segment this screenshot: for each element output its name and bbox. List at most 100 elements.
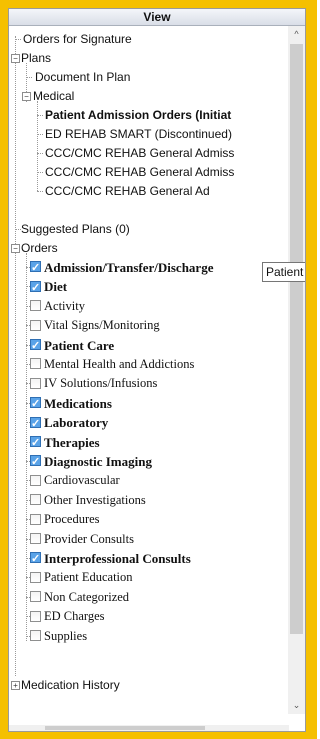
unchecked-checkbox-icon[interactable] [30, 610, 41, 622]
unchecked-checkbox-icon[interactable] [30, 532, 41, 544]
tree-item-suggested-plans[interactable]: Suggested Plans (0) [21, 220, 130, 239]
tree-item-label: Medical [33, 89, 75, 103]
order-category-item[interactable]: Interprofessional Consults [30, 549, 191, 569]
unchecked-checkbox-icon[interactable] [30, 591, 41, 603]
order-category-label: Mental Health and Addictions [44, 357, 195, 371]
order-category-item[interactable]: Cardiovascular [30, 471, 120, 490]
order-category-label: Admission/Transfer/Discharge [44, 260, 214, 275]
checked-checkbox-icon[interactable] [30, 550, 41, 569]
plan-item-label: ED REHAB SMART (Discontinued) [45, 127, 232, 141]
plan-item[interactable]: CCC/CMC REHAB General Ad [45, 182, 210, 201]
order-category-item[interactable]: Vital Signs/Monitoring [30, 316, 160, 335]
tree-item-medical[interactable]: Medical [33, 87, 74, 106]
tree-item-medication-history[interactable]: Medication History [21, 676, 120, 695]
checked-checkbox-icon[interactable] [30, 259, 41, 278]
order-category-item[interactable]: Provider Consults [30, 530, 134, 549]
order-category-label: Supplies [44, 628, 88, 643]
order-category-label: Non Categorized [44, 589, 130, 604]
order-category-label: Diagnostic Imaging [44, 454, 152, 469]
tree-item-label: Document In Plan [35, 70, 131, 84]
order-category-label: Diet [44, 279, 68, 295]
horizontal-scrollbar-thumb[interactable] [45, 726, 205, 730]
scroll-up-arrow-icon[interactable]: ^ [288, 26, 305, 43]
order-category-item[interactable]: Procedures [30, 510, 100, 529]
orders-tree: Orders for Signature − Plans Document In… [9, 26, 289, 714]
order-category-item[interactable]: Admission/Transfer/Discharge [30, 258, 214, 278]
tree-connector [37, 115, 43, 116]
scroll-down-arrow-icon[interactable]: ⌄ [288, 697, 305, 714]
tree-item-label: Suggested Plans (0) [21, 222, 130, 236]
panel-header: View [9, 9, 305, 26]
order-category-label: Laboratory [44, 415, 109, 431]
tree-item-document-in-plan[interactable]: Document In Plan [35, 68, 130, 87]
plan-item-label: CCC/CMC REHAB General Ad [45, 184, 210, 198]
checked-checkbox-icon[interactable] [30, 453, 41, 472]
unchecked-checkbox-icon[interactable] [30, 319, 41, 331]
checked-checkbox-icon[interactable] [30, 337, 41, 356]
order-category-item[interactable]: Non Categorized [30, 588, 129, 607]
horizontal-scrollbar[interactable] [9, 725, 289, 731]
unchecked-checkbox-icon[interactable] [30, 474, 41, 486]
unchecked-checkbox-icon[interactable] [30, 629, 41, 641]
checked-checkbox-icon[interactable] [30, 434, 41, 453]
scrollbar-thumb[interactable] [290, 44, 303, 634]
order-category-label: Patient Care [44, 337, 115, 353]
tree-connector [37, 172, 43, 173]
order-category-label: Other Investigations [44, 492, 146, 507]
order-category-label: Patient Education [44, 570, 133, 585]
order-category-label: Activity [44, 298, 85, 313]
order-category-item[interactable]: Therapies [30, 433, 100, 453]
order-category-item[interactable]: Supplies [30, 627, 87, 646]
expand-medication-history-icon[interactable]: + [11, 681, 20, 690]
tree-item-label: Orders for Signature [23, 32, 132, 46]
order-category-item[interactable]: Laboratory [30, 413, 109, 434]
tree-guide-line [15, 36, 16, 676]
unchecked-checkbox-icon[interactable] [30, 513, 41, 525]
order-category-item[interactable]: Activity [30, 297, 85, 316]
unchecked-checkbox-icon[interactable] [30, 494, 41, 506]
checked-checkbox-icon[interactable] [30, 415, 41, 434]
tree-item-label: Medication History [21, 678, 120, 692]
tree-guide-line [26, 253, 27, 641]
order-category-label: Vital Signs/Monitoring [44, 318, 160, 333]
plan-item[interactable]: Patient Admission Orders (Initiat [45, 106, 231, 125]
order-category-item[interactable]: Other Investigations [30, 491, 146, 510]
tree-connector [37, 191, 43, 192]
vertical-scrollbar[interactable]: ^ ⌄ [288, 26, 305, 714]
order-category-item[interactable]: ED Charges [30, 607, 105, 626]
order-category-item[interactable]: IV Solutions/Infusions [30, 374, 157, 393]
order-category-label: Provider Consults [44, 531, 134, 546]
tree-connector [26, 77, 32, 78]
order-category-label: Interprofessional Consults [44, 551, 191, 566]
order-category-label: IV Solutions/Infusions [44, 376, 158, 391]
view-panel: View Orders for Signature − Plans Docume… [8, 8, 306, 732]
order-category-item[interactable]: Patient Care [30, 336, 115, 356]
plan-item[interactable]: CCC/CMC REHAB General Admiss [45, 163, 234, 182]
order-category-label: Cardiovascular [44, 473, 120, 488]
collapse-orders-icon[interactable]: − [11, 244, 20, 253]
order-category-item[interactable]: Medications [30, 394, 112, 414]
order-category-item[interactable]: Mental Health and Addictions [30, 355, 194, 374]
plan-item-label: CCC/CMC REHAB General Admiss [45, 146, 235, 160]
checked-checkbox-icon[interactable] [30, 279, 41, 298]
unchecked-checkbox-icon[interactable] [30, 358, 41, 370]
tree-connector [37, 153, 43, 154]
plan-item-label: Patient Admission Orders (Initiat [45, 108, 232, 122]
order-category-label: Medications [44, 395, 112, 411]
order-category-item[interactable]: Diagnostic Imaging [30, 452, 152, 472]
tree-item-orders-for-signature[interactable]: Orders for Signature [23, 30, 132, 49]
tree-connector [37, 134, 43, 135]
tree-connector [15, 39, 21, 40]
plan-item[interactable]: ED REHAB SMART (Discontinued) [45, 125, 232, 144]
plan-item[interactable]: CCC/CMC REHAB General Admiss [45, 144, 234, 163]
plan-item-label: CCC/CMC REHAB General Admiss [45, 165, 235, 179]
checked-checkbox-icon[interactable] [30, 395, 41, 414]
order-category-label: Procedures [44, 512, 100, 527]
unchecked-checkbox-icon[interactable] [30, 300, 41, 312]
collapse-plans-icon[interactable]: − [11, 54, 20, 63]
collapse-medical-icon[interactable]: − [22, 92, 31, 101]
order-category-item[interactable]: Patient Education [30, 568, 133, 587]
unchecked-checkbox-icon[interactable] [30, 377, 41, 389]
order-category-item[interactable]: Diet [30, 277, 68, 298]
unchecked-checkbox-icon[interactable] [30, 571, 41, 583]
